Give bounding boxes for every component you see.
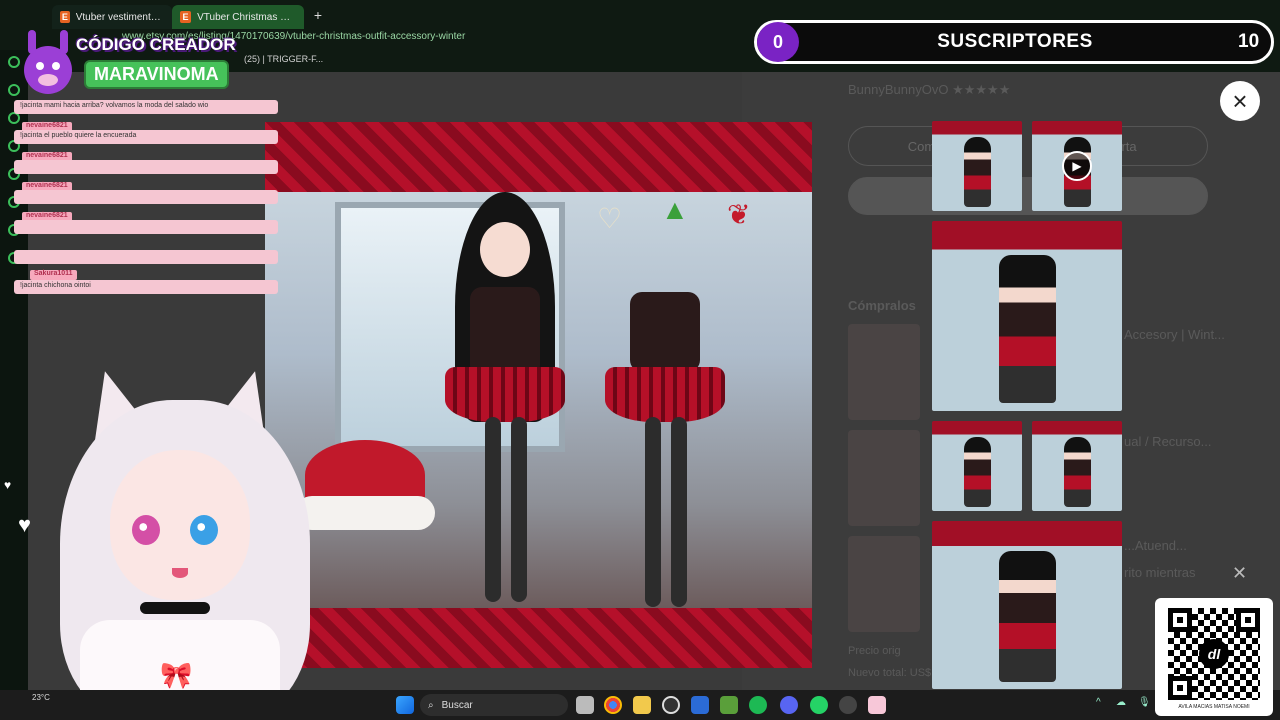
creator-code-value: MARAVINOMA [84,60,229,89]
image-thumbnail[interactable] [1032,421,1122,511]
price-original: Precio orig [848,645,901,657]
related-thumb[interactable] [848,324,920,420]
related-thumb[interactable] [848,536,920,632]
heart-icon: ♥ [4,478,12,492]
related-title[interactable]: ...Atuend... [1124,538,1187,553]
llama-icon [24,30,72,94]
windows-icon[interactable] [396,696,414,714]
chat-message: !jacinta chichona ointoi [14,280,278,294]
image-thumbnail[interactable] [932,421,1022,511]
plaid-banner-top [265,122,812,192]
subscriber-goal-title: SUSCRIPTORES [937,31,1093,52]
heart-accessory-icon: ♡ [597,203,623,234]
shop-name[interactable]: BunnyBunnyOvO ★★★★★ [848,82,1010,98]
spotify-icon[interactable] [749,696,767,714]
qr-caption: AVILA MACIAS MATISA NOEMI [1178,704,1250,710]
right-eye [190,515,218,545]
subscriber-goal-target: 10 [1238,31,1260,52]
video-thumbnail[interactable]: ▶ [1032,121,1122,211]
tab-vtuber-christmas-outfit[interactable]: E VTuber Christmas Outfit [172,5,304,29]
obs-icon[interactable] [662,696,680,714]
chat-message [14,160,278,174]
chat-message [14,190,278,204]
holly-icon: ❦ [727,199,751,230]
related-title[interactable]: Accesory | Wint... [1124,327,1225,342]
taskbar-search[interactable]: ⌕ Buscar [420,694,568,716]
price-new: Nuevo total: US$ [848,667,932,679]
vtuber-avatar: 🎀 [40,363,360,720]
christmas-tree-icon: ▲ [661,194,689,225]
donation-qr-code: dl AVILA MACIAS MATISA NOEMI [1155,598,1273,716]
search-icon: ⌕ [428,699,434,711]
etsy-favicon-icon: E [180,11,192,23]
close-lightbox-button[interactable]: × [1220,81,1260,121]
folder-icon[interactable] [633,696,651,714]
heart-icon: ♥ [18,512,32,537]
tab-label: VTuber Christmas Outfit [197,11,296,23]
play-icon[interactable]: ▶ [1062,151,1092,181]
discord-icon[interactable] [780,696,798,714]
store-icon[interactable] [691,696,709,714]
chat-message [14,220,278,234]
tray-chevron-icon[interactable]: ^ [1096,697,1101,708]
chat-message: !jacinta mami hacia arriba? volvamos la … [14,100,278,114]
related-thumb[interactable] [848,430,920,526]
whatsapp-icon[interactable] [810,696,828,714]
bought-together-heading: Cómpralos [848,298,916,313]
image-thumbnail[interactable] [932,121,1022,211]
minecraft-icon[interactable] [720,696,738,714]
cloud-icon[interactable]: ☁ [1116,697,1126,708]
left-eye [132,515,160,545]
image-thumbnail-selected[interactable] [932,221,1122,411]
bookmark-item[interactable]: (25) | TRIGGER-F... [244,54,323,64]
add-to-cart-button[interactable] [848,177,1208,215]
new-tab-button[interactable]: + [310,7,326,23]
dismiss-icon[interactable]: ✕ [1232,563,1247,584]
related-title[interactable]: ual / Recurso... [1124,434,1211,449]
bow-icon: 🎀 [160,660,193,690]
app-icon[interactable] [868,696,886,714]
creator-code-label: CÓDIGO CREADOR [76,35,236,54]
chat-message: !jacinta el pueblo quiere la encuerada [14,130,278,144]
weather-widget[interactable]: 23°C [32,693,50,702]
etsy-favicon-icon: E [60,11,70,23]
model-figure [445,192,565,612]
search-placeholder: Buscar [441,699,473,711]
browser-sidebar [0,50,28,690]
microphone-icon[interactable]: 🎙 [1138,697,1151,708]
chat-message [14,250,278,264]
chrome-icon[interactable] [604,696,622,714]
qr-logo: dl [1199,639,1229,669]
subscriber-count: 0 [757,22,799,62]
chat-username: Sakura1011 [30,270,77,280]
image-thumbnail[interactable] [932,521,1122,689]
steam-icon[interactable] [839,696,857,714]
task-view-icon[interactable] [576,696,594,714]
favorite-label: rito mientras [1124,565,1196,580]
screen: BunnyBunnyOvO ★★★★★ Comprar oferta Cómpr… [0,0,1280,720]
model-figure-headless [605,262,725,612]
tab-label: Vtuber vestimenta - Etsy [75,11,164,23]
